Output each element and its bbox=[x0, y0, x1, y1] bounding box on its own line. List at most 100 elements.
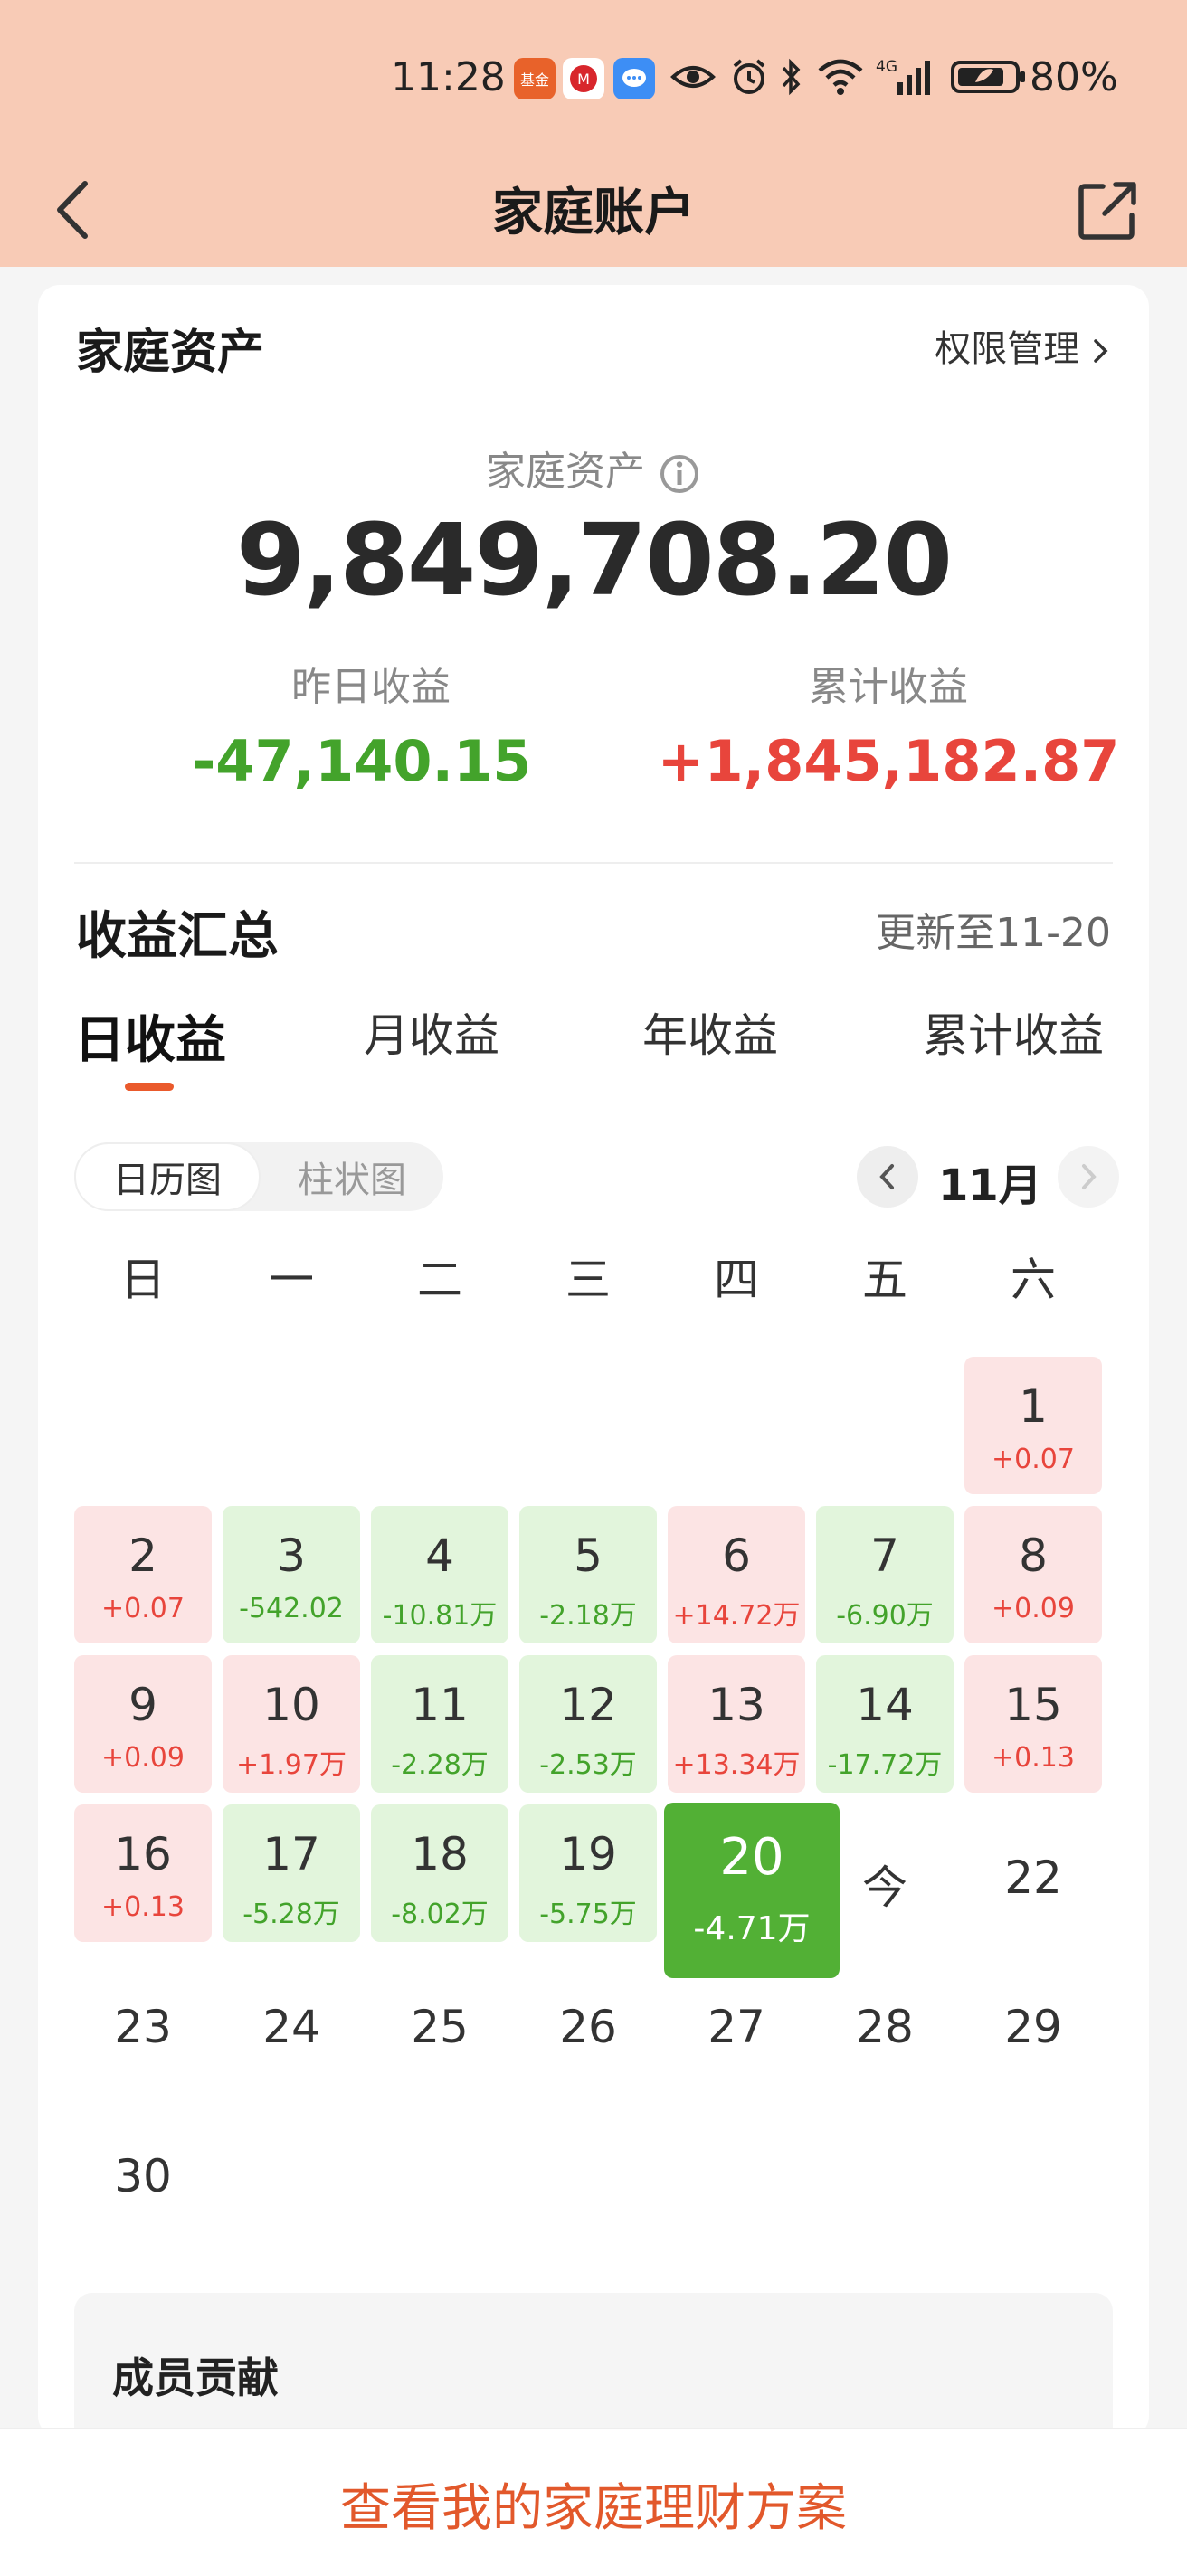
permission-link[interactable]: 权限管理 bbox=[935, 319, 1111, 372]
calendar-day-number: 8 bbox=[1019, 1530, 1048, 1582]
calendar-day[interactable]: 18 -8.02万 bbox=[371, 1804, 508, 1942]
calendar-day[interactable]: 27 bbox=[668, 1954, 805, 2091]
network-type-label: 4G bbox=[876, 58, 897, 76]
calendar-day[interactable]: 4 -10.81万 bbox=[371, 1506, 508, 1643]
prev-month-button[interactable] bbox=[857, 1146, 918, 1208]
calendar-day-income: +0.13 bbox=[101, 1891, 185, 1923]
tab-cumulative-income[interactable]: 累计收益 bbox=[923, 999, 1104, 1065]
calendar-day-number: 29 bbox=[1004, 2001, 1062, 2053]
calendar-day[interactable]: 7 -6.90万 bbox=[816, 1506, 954, 1643]
alarm-icon bbox=[729, 54, 769, 99]
share-icon bbox=[1078, 182, 1136, 240]
yesterday-income-label: 昨日收益 bbox=[291, 664, 451, 710]
member-contribution-title: 成员贡献 bbox=[112, 2353, 279, 2402]
bluetooth-icon bbox=[780, 54, 803, 99]
cmb-bank-icon: M bbox=[563, 58, 604, 99]
calendar-day-number: 1 bbox=[1019, 1380, 1048, 1433]
calendar-day[interactable]: 12 -2.53万 bbox=[519, 1655, 657, 1793]
month-navigator: 11月 bbox=[857, 1142, 1119, 1211]
tab-yearly-income[interactable]: 年收益 bbox=[642, 999, 778, 1065]
battery-percent: 80% bbox=[1030, 54, 1118, 100]
month-label: 11月 bbox=[938, 1160, 1042, 1211]
nav-bar: 家庭账户 bbox=[0, 154, 1187, 267]
calendar-day[interactable]: 13 +13.34万 bbox=[668, 1655, 805, 1793]
calendar-day[interactable]: 22 bbox=[964, 1804, 1102, 1942]
bottom-bar: 查看我的家庭理财方案 bbox=[0, 2428, 1187, 2576]
calendar-day[interactable]: 19 -5.75万 bbox=[519, 1804, 657, 1942]
summary-title: 收益汇总 bbox=[76, 907, 279, 966]
calendar-day-number: 4 bbox=[425, 1530, 454, 1582]
calendar-day-number: 6 bbox=[722, 1530, 751, 1582]
calendar-day[interactable]: 9 +0.09 bbox=[74, 1655, 212, 1793]
share-button[interactable] bbox=[1068, 165, 1149, 255]
next-month-button[interactable] bbox=[1058, 1146, 1119, 1208]
asset-label-text: 家庭资产 bbox=[486, 449, 645, 495]
calendar-day[interactable]: 15 +0.13 bbox=[964, 1655, 1102, 1793]
eye-icon bbox=[669, 54, 717, 99]
calendar-day-income: -542.02 bbox=[239, 1593, 344, 1624]
calendar-day-income: +0.07 bbox=[992, 1444, 1075, 1475]
weekday-label: 六 bbox=[1011, 1254, 1056, 1306]
calendar-day[interactable]: 30 bbox=[74, 2103, 212, 2240]
calendar-day-number: 10 bbox=[262, 1679, 320, 1731]
permission-link-label: 权限管理 bbox=[935, 328, 1080, 370]
yesterday-income-value: -47,140.15 bbox=[192, 728, 532, 794]
calendar-day-income: +0.13 bbox=[992, 1742, 1075, 1774]
view-family-plan-button[interactable]: 查看我的家庭理财方案 bbox=[0, 2467, 1187, 2541]
calendar-day[interactable]: 2 +0.07 bbox=[74, 1506, 212, 1643]
calendar-day[interactable]: 14 -17.72万 bbox=[816, 1655, 954, 1793]
tab-monthly-income[interactable]: 月收益 bbox=[364, 999, 499, 1065]
calendar-day-number: 28 bbox=[856, 2001, 914, 2053]
calendar-day-number: 27 bbox=[707, 2001, 765, 2053]
update-date: 更新至11-20 bbox=[876, 910, 1111, 956]
calendar-day-income: -2.53万 bbox=[539, 1749, 637, 1781]
calendar-day[interactable]: 5 -2.18万 bbox=[519, 1506, 657, 1643]
status-time: 11:28 bbox=[391, 54, 506, 100]
chevron-right-icon bbox=[1094, 339, 1108, 363]
calendar-day[interactable]: 29 bbox=[964, 1954, 1102, 2091]
calendar-day-selected[interactable]: 20 -4.71万 bbox=[664, 1803, 840, 1978]
calendar-day-number: 15 bbox=[1004, 1679, 1062, 1731]
calendar-day[interactable]: 17 -5.28万 bbox=[223, 1804, 360, 1942]
cumulative-income-label: 累计收益 bbox=[809, 664, 968, 710]
page-title: 家庭账户 bbox=[492, 184, 695, 242]
calendar-day-number: 20 bbox=[719, 1828, 784, 1887]
calendar-day-income: -2.18万 bbox=[539, 1600, 637, 1632]
tab-daily-income[interactable]: 日收益 bbox=[74, 999, 226, 1073]
calendar-day[interactable]: 6 +14.72万 bbox=[668, 1506, 805, 1643]
calendar-day-income: +0.09 bbox=[992, 1593, 1075, 1624]
calendar-view-option[interactable]: 日历图 bbox=[74, 1142, 261, 1211]
chevron-left-icon bbox=[879, 1164, 894, 1189]
calendar-day[interactable]: 26 bbox=[519, 1954, 657, 2091]
calendar-day-number: 今 bbox=[862, 1861, 907, 1914]
calendar-day[interactable]: 8 +0.09 bbox=[964, 1506, 1102, 1643]
calendar-day[interactable]: 1 +0.07 bbox=[964, 1357, 1102, 1494]
calendar-day[interactable]: 10 +1.97万 bbox=[223, 1655, 360, 1793]
asset-section-title: 家庭资产 bbox=[76, 326, 265, 380]
divider bbox=[74, 862, 1113, 864]
active-tab-indicator bbox=[125, 1083, 174, 1091]
calendar-day[interactable]: 今 bbox=[816, 1804, 954, 1942]
calendar-day[interactable]: 23 bbox=[74, 1954, 212, 2091]
calendar-day[interactable]: 25 bbox=[371, 1954, 508, 2091]
calendar-day-number: 9 bbox=[128, 1679, 157, 1731]
calendar-day-income: +14.72万 bbox=[672, 1600, 801, 1632]
calendar-day-number: 13 bbox=[707, 1679, 765, 1731]
calendar-day-number: 17 bbox=[262, 1828, 320, 1880]
bar-view-option[interactable]: 柱状图 bbox=[261, 1142, 443, 1211]
battery-icon bbox=[950, 54, 1028, 99]
weekday-label: 四 bbox=[714, 1254, 759, 1306]
calendar-day[interactable]: 16 +0.13 bbox=[74, 1804, 212, 1942]
asset-label: 家庭资产 bbox=[38, 439, 1149, 497]
calendar-day[interactable]: 3 -542.02 bbox=[223, 1506, 360, 1643]
calendar-day[interactable]: 28 bbox=[816, 1954, 954, 2091]
info-icon[interactable] bbox=[658, 452, 701, 496]
calendar-day[interactable]: 24 bbox=[223, 1954, 360, 2091]
calendar-day[interactable]: 11 -2.28万 bbox=[371, 1655, 508, 1793]
calendar-day-income: +0.07 bbox=[101, 1593, 185, 1624]
calendar-day-number: 12 bbox=[559, 1679, 617, 1731]
calendar-day-income: +1.97万 bbox=[236, 1749, 347, 1781]
calendar-day-income: -5.28万 bbox=[242, 1899, 340, 1930]
calendar-day-income: -8.02万 bbox=[391, 1899, 489, 1930]
calendar-day-income: -2.28万 bbox=[391, 1749, 489, 1781]
